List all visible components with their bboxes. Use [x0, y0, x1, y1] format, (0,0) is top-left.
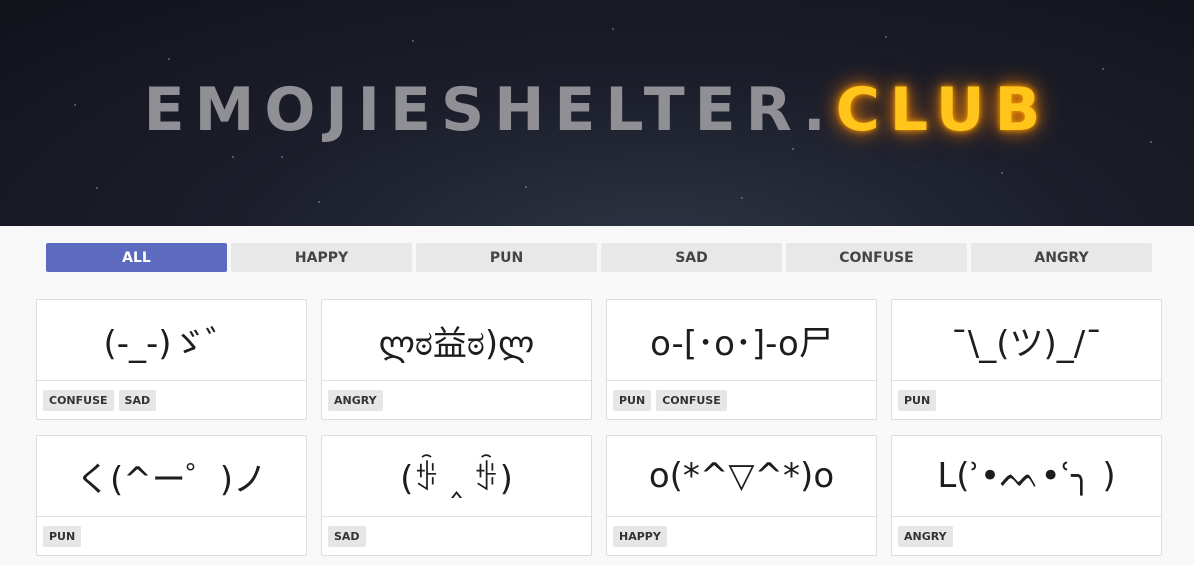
- tag-confuse[interactable]: CONFUSE: [43, 389, 114, 411]
- site-logo[interactable]: EMOJIESHELTER.CLUB: [0, 72, 1194, 148]
- logo-name: EMOJIESHELTER.: [143, 75, 836, 145]
- tag-sad[interactable]: SAD: [328, 525, 366, 547]
- filter-pun-button[interactable]: PUN: [416, 243, 597, 272]
- tag-confuse[interactable]: CONFUSE: [656, 389, 727, 411]
- tag-happy[interactable]: HAPPY: [613, 525, 667, 547]
- tag-angry[interactable]: ANGRY: [328, 389, 383, 411]
- tag-list: PUN: [892, 381, 1161, 419]
- emoticon-text[interactable]: (ꌢ ‸ ꌢ): [322, 436, 591, 517]
- logo-tld: CLUB: [835, 75, 1051, 145]
- tag-list: PUN: [37, 517, 306, 555]
- emoticon-text[interactable]: ᒪ(ʾ•ᨓ•ʿ╮ ): [892, 436, 1161, 517]
- filter-confuse-button[interactable]: CONFUSE: [786, 243, 967, 272]
- emoticon-card[interactable]: (ꌢ ‸ ꌢ) SAD: [321, 435, 592, 556]
- emoticon-text[interactable]: o-[･o･]-o尸: [607, 300, 876, 381]
- tag-list: CONFUSE SAD: [37, 381, 306, 419]
- filter-sad-button[interactable]: SAD: [601, 243, 782, 272]
- emoticon-text[interactable]: ლಠ益ಠ)ლ: [322, 300, 591, 381]
- tag-list: ANGRY: [322, 381, 591, 419]
- tag-list: HAPPY: [607, 517, 876, 555]
- tag-sad[interactable]: SAD: [118, 389, 157, 411]
- emoticon-grid: (-_-)ゞ゛ CONFUSE SAD ლಠ益ಠ)ლ ANGRY o-[･o･]…: [36, 299, 1162, 556]
- emoticon-text[interactable]: く(^ー゜)ノ: [37, 436, 306, 517]
- filter-all-button[interactable]: ALL: [46, 243, 227, 272]
- emoticon-card[interactable]: ᒪ(ʾ•ᨓ•ʿ╮ ) ANGRY: [891, 435, 1162, 556]
- emoticon-card[interactable]: o(*^▽^*)o HAPPY: [606, 435, 877, 556]
- emoticon-text[interactable]: ¯\_(ツ)_/¯: [892, 300, 1161, 381]
- emoticon-card[interactable]: o-[･o･]-o尸 PUN CONFUSE: [606, 299, 877, 420]
- filter-happy-button[interactable]: HAPPY: [231, 243, 412, 272]
- emoticon-card[interactable]: ¯\_(ツ)_/¯ PUN: [891, 299, 1162, 420]
- category-filter-bar: ALL HAPPY PUN SAD CONFUSE ANGRY: [46, 243, 1152, 272]
- emoticon-card[interactable]: ლಠ益ಠ)ლ ANGRY: [321, 299, 592, 420]
- hero-banner: EMOJIESHELTER.CLUB: [0, 0, 1194, 226]
- emoticon-text[interactable]: o(*^▽^*)o: [607, 436, 876, 517]
- tag-pun[interactable]: PUN: [898, 389, 937, 411]
- emoticon-text[interactable]: (-_-)ゞ゛: [37, 300, 306, 381]
- emoticon-card[interactable]: (-_-)ゞ゛ CONFUSE SAD: [36, 299, 307, 420]
- tag-angry[interactable]: ANGRY: [898, 525, 953, 547]
- tag-list: ANGRY: [892, 517, 1161, 555]
- tag-list: PUN CONFUSE: [607, 381, 876, 419]
- tag-list: SAD: [322, 517, 591, 555]
- filter-angry-button[interactable]: ANGRY: [971, 243, 1152, 272]
- tag-pun[interactable]: PUN: [613, 389, 652, 411]
- tag-pun[interactable]: PUN: [43, 525, 82, 547]
- emoticon-card[interactable]: く(^ー゜)ノ PUN: [36, 435, 307, 556]
